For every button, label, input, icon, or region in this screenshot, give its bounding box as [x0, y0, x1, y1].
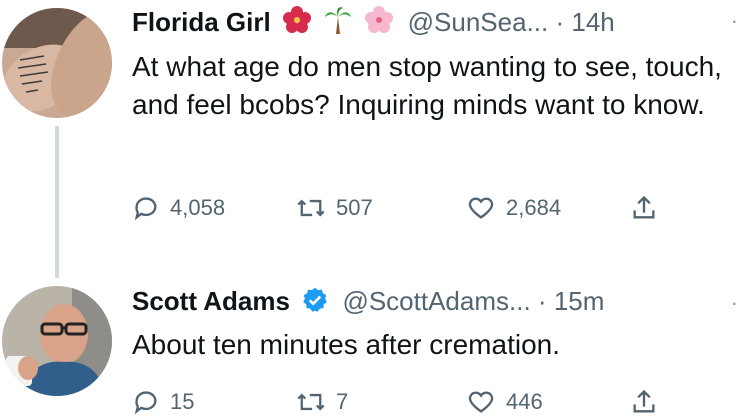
timestamp[interactable]: 14h [571, 7, 614, 37]
tweet-actions: 15 7 446 [132, 384, 692, 420]
avatar-scott-adams[interactable] [2, 286, 112, 396]
heart-icon [468, 197, 494, 219]
separator: · [537, 286, 547, 316]
reply-button[interactable]: 15 [132, 384, 194, 420]
tweet-scott-adams[interactable]: Scott Adams @ScottAdams... · 15m · About… [0, 270, 740, 417]
handle[interactable]: @ScottAdams... [342, 286, 530, 316]
palm-tree-emoji [323, 5, 353, 41]
thread-line [55, 126, 59, 278]
display-name[interactable]: Scott Adams [132, 286, 290, 316]
cherry-blossom-emoji [364, 5, 394, 41]
retweet-count: 507 [336, 195, 373, 220]
share-button[interactable] [630, 384, 668, 420]
tweet-actions: 4,058 507 2,684 [132, 190, 692, 226]
like-button[interactable]: 446 [466, 384, 543, 420]
avatar-florida-girl[interactable] [2, 8, 112, 118]
tweet-header: Florida Girl @SunSea... · 14h [132, 5, 615, 41]
timestamp[interactable]: 15m [554, 286, 605, 316]
handle[interactable]: @SunSea... [408, 7, 549, 37]
retweet-icon [297, 393, 325, 411]
reply-button[interactable]: 4,058 [132, 190, 225, 226]
tweet-header: Scott Adams @ScottAdams... · 15m [132, 286, 604, 320]
display-name[interactable]: Florida Girl [132, 7, 271, 37]
like-count: 446 [506, 389, 543, 414]
like-button[interactable]: 2,684 [466, 190, 561, 226]
heart-icon [468, 391, 494, 413]
retweet-icon [297, 199, 325, 217]
retweet-button[interactable]: 7 [296, 384, 348, 420]
reply-count: 15 [170, 389, 195, 414]
more-options-icon[interactable]: · [731, 10, 738, 32]
verified-badge-icon [301, 286, 329, 320]
retweet-button[interactable]: 507 [296, 190, 373, 226]
tweet-florida-girl[interactable]: Florida Girl @SunSea... · 14h · At what … [0, 0, 740, 278]
tweet-text: About ten minutes after cremation. [132, 329, 560, 360]
separator: · [555, 7, 565, 37]
like-count: 2,684 [506, 195, 562, 220]
share-icon [633, 389, 655, 413]
share-icon [633, 195, 655, 219]
share-button[interactable] [630, 190, 668, 226]
reply-icon [134, 197, 157, 221]
more-options-icon[interactable]: · [731, 292, 738, 314]
reply-icon [134, 391, 157, 415]
hibiscus-emoji [282, 5, 312, 41]
tweet-text: At what age do men stop wanting to see, … [132, 51, 722, 120]
retweet-count: 7 [336, 389, 349, 414]
reply-count: 4,058 [170, 195, 226, 220]
